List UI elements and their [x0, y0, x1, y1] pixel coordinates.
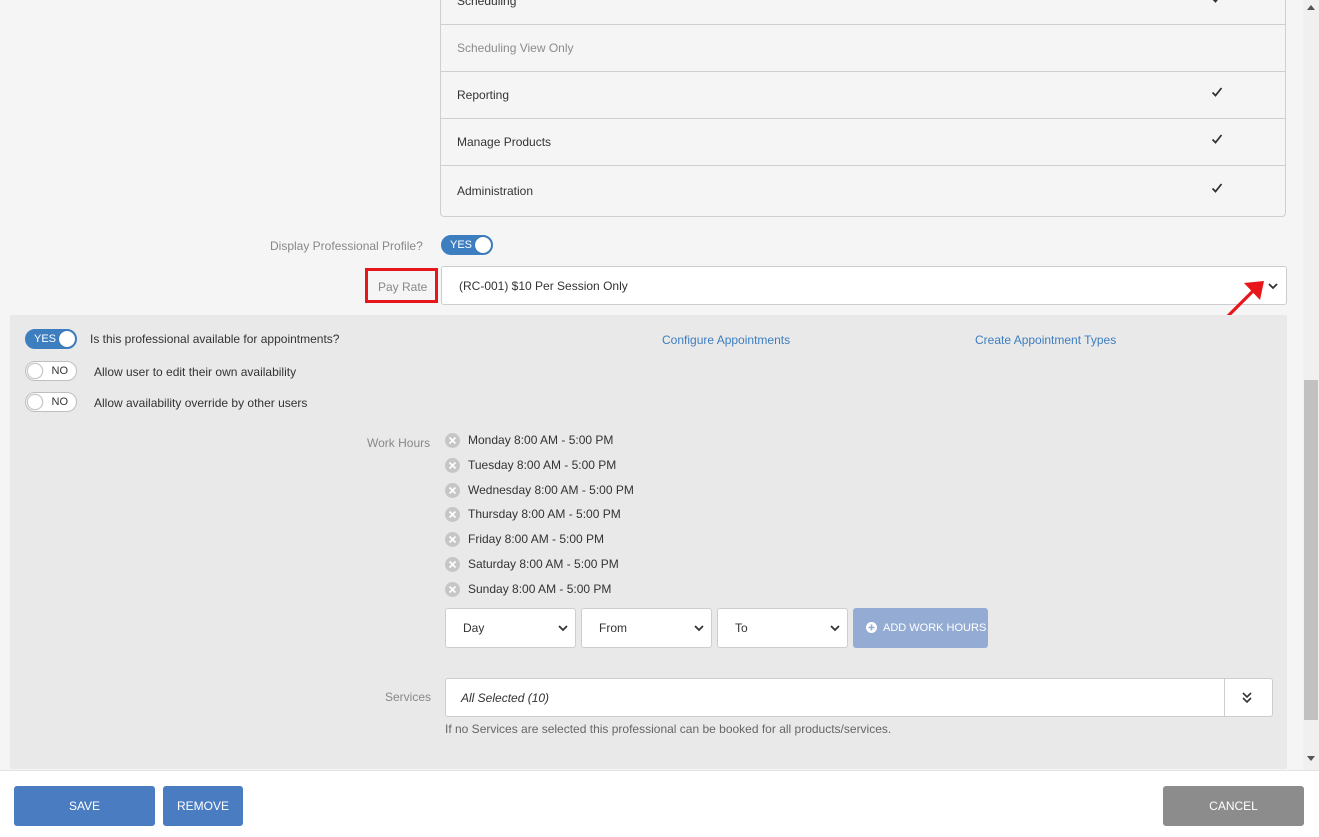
permission-label: Administration [457, 184, 534, 198]
permissions-table: Scheduling Scheduling View Only Reportin… [440, 0, 1286, 217]
to-select[interactable]: To [717, 608, 848, 648]
create-appointment-types-link[interactable]: Create Appointment Types [975, 333, 1116, 347]
x-circle-icon[interactable] [445, 433, 460, 448]
work-hours-text: Friday 8:00 AM - 5:00 PM [468, 532, 605, 546]
permission-label: Manage Products [457, 135, 552, 149]
x-circle-icon[interactable] [445, 458, 460, 473]
double-chevron-down-icon[interactable] [1241, 691, 1253, 704]
work-hours-text: Monday 8:00 AM - 5:00 PM [468, 433, 614, 447]
toggle-text: NO [51, 396, 69, 408]
day-select-value: Day [463, 621, 485, 635]
availability-override-label: Allow availability override by other use… [94, 396, 308, 410]
remove-button[interactable]: REMOVE [163, 786, 243, 826]
cancel-button-label: CANCEL [1209, 799, 1258, 813]
from-select-value: From [599, 621, 627, 635]
to-select-value: To [735, 621, 748, 635]
work-hours-text: Wednesday 8:00 AM - 5:00 PM [468, 483, 634, 497]
work-hours-text: Saturday 8:00 AM - 5:00 PM [468, 557, 619, 571]
work-hours-text: Tuesday 8:00 AM - 5:00 PM [468, 458, 617, 472]
services-multiselect[interactable]: All Selected (10) [445, 678, 1273, 717]
pay-rate-select[interactable]: (RC-001) $10 Per Session Only [441, 266, 1287, 305]
chevron-down-icon [558, 625, 568, 632]
permission-label: Reporting [457, 88, 510, 102]
x-circle-icon[interactable] [445, 483, 460, 498]
check-icon [1211, 133, 1223, 148]
plus-circle-icon [866, 622, 877, 633]
add-work-hours-label: ADD WORK HOURS [883, 622, 987, 634]
x-circle-icon[interactable] [445, 532, 460, 547]
check-icon [1211, 0, 1223, 7]
pay-rate-value: (RC-001) $10 Per Session Only [459, 278, 628, 293]
toggle-text: YES [450, 239, 473, 251]
toggle-knob [475, 237, 491, 253]
edit-own-availability-toggle[interactable]: NO [25, 361, 77, 381]
scrollbar-thumb[interactable] [1304, 380, 1318, 720]
scroll-down-icon[interactable] [1307, 756, 1315, 762]
available-toggle[interactable]: YES [25, 329, 77, 349]
services-label: Services [385, 690, 432, 704]
permission-label: Scheduling [457, 0, 517, 8]
chevron-down-icon [830, 625, 840, 632]
permission-label: Scheduling View Only [457, 41, 574, 55]
chevron-down-icon [1268, 282, 1278, 289]
add-work-hours-button[interactable]: ADD WORK HOURS [853, 608, 988, 648]
day-select[interactable]: Day [445, 608, 576, 648]
services-hint: If no Services are selected this profess… [445, 722, 892, 736]
cancel-button[interactable]: CANCEL [1163, 786, 1304, 826]
work-hours-text: Thursday 8:00 AM - 5:00 PM [468, 507, 621, 521]
remove-button-label: REMOVE [176, 799, 229, 813]
display-profile-toggle[interactable]: YES [441, 235, 493, 255]
chevron-down-icon [694, 625, 704, 632]
permission-row[interactable]: Scheduling View Only [441, 25, 1285, 72]
x-circle-icon[interactable] [445, 582, 460, 597]
toggle-knob [59, 331, 75, 347]
edit-own-availability-label: Allow user to edit their own availabilit… [94, 365, 297, 379]
toggle-text: NO [51, 365, 69, 377]
toggle-text: YES [34, 333, 57, 345]
toggle-knob [27, 394, 43, 410]
permission-row[interactable]: Reporting [441, 72, 1285, 119]
services-value: All Selected (10) [461, 690, 550, 705]
from-select[interactable]: From [581, 608, 712, 648]
action-bar: SAVE REMOVE CANCEL [0, 770, 1319, 837]
save-button-label: SAVE [68, 799, 101, 813]
x-circle-icon[interactable] [445, 557, 460, 572]
check-icon [1211, 86, 1223, 101]
permission-row[interactable]: Administration [441, 166, 1285, 216]
available-label: Is this professional available for appoi… [90, 332, 340, 346]
work-hours-label: Work Hours [367, 436, 431, 450]
vertical-scrollbar[interactable] [1303, 0, 1319, 770]
x-circle-icon[interactable] [445, 507, 460, 522]
services-divider [1224, 679, 1225, 716]
toggle-knob [27, 363, 43, 379]
availability-override-toggle[interactable]: NO [25, 392, 77, 412]
permission-row[interactable]: Manage Products [441, 119, 1285, 166]
permission-row[interactable]: Scheduling [441, 0, 1285, 25]
configure-appointments-link[interactable]: Configure Appointments [662, 333, 790, 347]
check-icon [1211, 182, 1223, 197]
scroll-up-icon[interactable] [1307, 4, 1315, 10]
save-button[interactable]: SAVE [14, 786, 155, 826]
work-hours-text: Sunday 8:00 AM - 5:00 PM [468, 582, 612, 596]
pay-rate-label: Pay Rate [378, 280, 428, 294]
display-profile-label: Display Professional Profile? [270, 239, 423, 253]
